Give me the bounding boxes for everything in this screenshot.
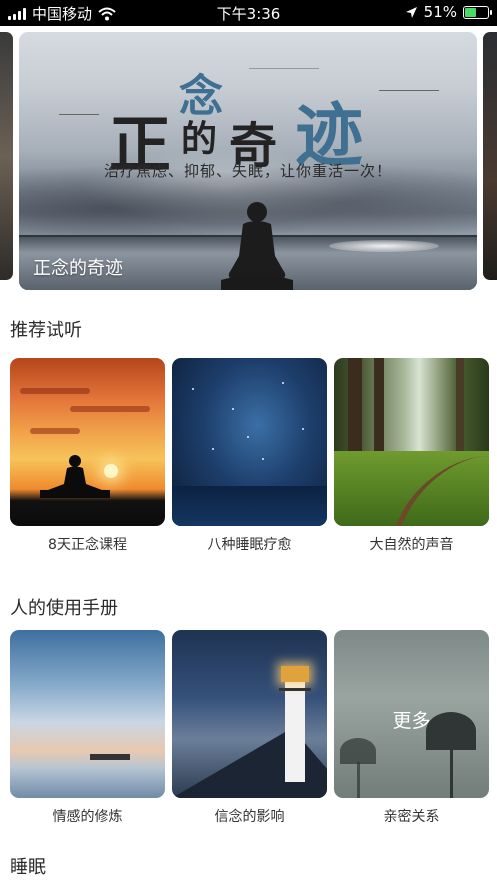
banner-tagline: 治疗焦虑、抑郁、失眠，让你重活一次！	[103, 162, 392, 180]
card-label: 大自然的声音	[369, 537, 454, 553]
decor-line	[59, 114, 99, 115]
star	[247, 436, 249, 438]
card-label: 信念的影响	[214, 809, 285, 825]
course-card-emotional-cultivation[interactable]	[10, 630, 165, 798]
course-card-influence-of-belief[interactable]	[172, 630, 327, 798]
status-bar: 中国移动 下午3:36 51%	[0, 0, 497, 26]
cloud-shape	[20, 388, 90, 394]
decor-line	[379, 90, 439, 91]
decor-line	[249, 68, 319, 69]
boat-shape	[90, 754, 130, 760]
meditation-sunset-icon	[40, 455, 110, 498]
card-label: 8天正念课程	[48, 537, 127, 553]
star	[282, 382, 284, 384]
section-title-human-manual: 人的使用手册	[10, 598, 118, 619]
course-card-eight-sleep-healing[interactable]	[172, 358, 327, 526]
carousel-next-peek[interactable]	[483, 32, 497, 280]
star	[302, 428, 304, 430]
section-title-sleep: 睡眠	[10, 857, 46, 878]
cloud-shape	[30, 428, 80, 434]
card-label: 情感的修炼	[52, 809, 123, 825]
cloud-shape	[70, 406, 150, 412]
battery-fill	[465, 7, 477, 17]
tree-trunk	[374, 358, 384, 458]
flower-stem	[450, 748, 453, 798]
more-overlay-label[interactable]: 更多	[334, 706, 489, 733]
star	[192, 388, 194, 390]
featured-banner[interactable]: 正 念 的 奇 迹 治疗焦虑、抑郁、失眠，让你重活一次！ 正念的奇迹	[19, 32, 477, 290]
status-right: 51%	[405, 3, 492, 21]
flower-stem	[357, 762, 360, 798]
banner-caption: 正念的奇迹	[33, 258, 123, 279]
card-label: 亲密关系	[383, 809, 440, 825]
star	[232, 408, 234, 410]
course-card-nature-sounds[interactable]	[334, 358, 489, 526]
card-label: 八种睡眠疗愈	[207, 537, 292, 553]
lighthouse-icon	[279, 666, 311, 782]
battery-icon	[463, 5, 492, 19]
banner-sun-glare	[329, 240, 439, 252]
course-card-8-day-mindfulness[interactable]	[10, 358, 165, 526]
title-char: 的	[181, 118, 218, 160]
course-card-intimate-relationships[interactable]: 更多	[334, 630, 489, 798]
star	[262, 458, 264, 460]
carousel-prev-peek[interactable]	[0, 32, 13, 280]
water-shape	[172, 486, 327, 526]
star	[212, 448, 214, 450]
location-arrow-icon	[405, 6, 417, 18]
section-title-recommended: 推荐试听	[10, 320, 82, 341]
meditating-person-silhouette	[221, 202, 293, 290]
battery-percent: 51%	[423, 3, 457, 21]
flower-icon	[340, 738, 376, 764]
tree-trunk	[456, 358, 464, 453]
